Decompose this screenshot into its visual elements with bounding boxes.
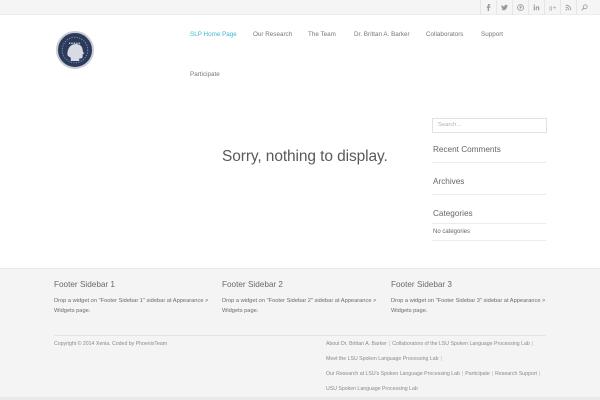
footer-link-usu-lab[interactable]: USU Spoken Language Processing Lab [326,386,418,392]
footer-sidebar-3-text: Drop a widget on "Footer Sidebar 3" side… [391,298,546,314]
footer-link-research-support[interactable]: Research Support [495,371,537,377]
footer-link-collaborators[interactable]: Collaborators of the LSU Spoken Language… [392,341,530,347]
nav-item-the-team[interactable]: The Team [308,31,336,38]
no-categories-text: No categories [433,229,471,235]
separator: | [531,341,534,347]
categories-title: Categories [433,209,473,218]
divider [432,162,546,163]
svg-text:g+: g+ [549,6,556,11]
footer-link-our-research[interactable]: Our Research at LSU's Spoken Language Pr… [326,371,460,377]
footer-links-row-1: About Dr. Brittan A. Barker | Collaborator… [326,341,548,347]
top-bar: g+ [0,0,600,15]
nav-item-support[interactable]: Support [481,31,503,38]
separator: | [440,356,442,362]
facebook-icon[interactable] [480,0,496,15]
nav-item-brittan-barker[interactable]: Dr. Brittan A. Barker [354,31,410,38]
google-plus-icon[interactable]: g+ [544,0,560,15]
footer-links-row-4: USU Spoken Language Processing Lab [326,386,548,392]
divider [432,194,546,195]
nav-item-slp-home[interactable]: SLP Home Page [190,31,237,38]
footer-divider [54,335,546,336]
footer-links-row-3: Our Research at LSU's Spoken Language Pr… [326,371,548,377]
footer-sidebar-1-title: Footer Sidebar 1 [54,280,115,289]
divider [432,240,546,241]
footer-link-participate[interactable]: Participate [465,371,490,377]
nav-item-participate[interactable]: Participate [190,71,220,78]
recent-comments-title: Recent Comments [433,145,501,154]
footer-link-about[interactable]: About Dr. Brittan A. Barker [326,341,387,347]
nav-item-collaborators[interactable]: Collaborators [426,31,463,38]
social-links: g+ [480,0,592,15]
separator: | [538,371,541,377]
pinterest-icon[interactable] [512,0,528,15]
footer-links-row-2: Meet the LSU Spoken Language Processing … [326,356,548,362]
linkedin-icon[interactable] [528,0,544,15]
footer-link-meet-lab[interactable]: Meet the LSU Spoken Language Processing … [326,356,438,362]
search-icon[interactable] [576,0,592,15]
twitter-icon[interactable] [496,0,512,15]
footer-sidebar-1-text: Drop a widget on "Footer Sidebar 1" side… [54,298,209,314]
nav-item-our-research[interactable]: Our Research [253,31,292,38]
footer-sidebar-2-text: Drop a widget on "Footer Sidebar 2" side… [222,298,377,314]
rss-icon[interactable] [560,0,576,15]
sidebar-search-input[interactable]: Search... [432,118,547,133]
divider [432,223,546,224]
footer-sidebar-2-title: Footer Sidebar 2 [222,280,283,289]
copyright-text: Copyright © 2014 Xenia. Coded by Phoenix… [54,341,168,347]
no-content-message: Sorry, nothing to display. [222,148,388,165]
archives-title: Archives [433,177,465,186]
site-logo[interactable] [56,31,94,69]
footer-sidebar-3-title: Footer Sidebar 3 [391,280,452,289]
